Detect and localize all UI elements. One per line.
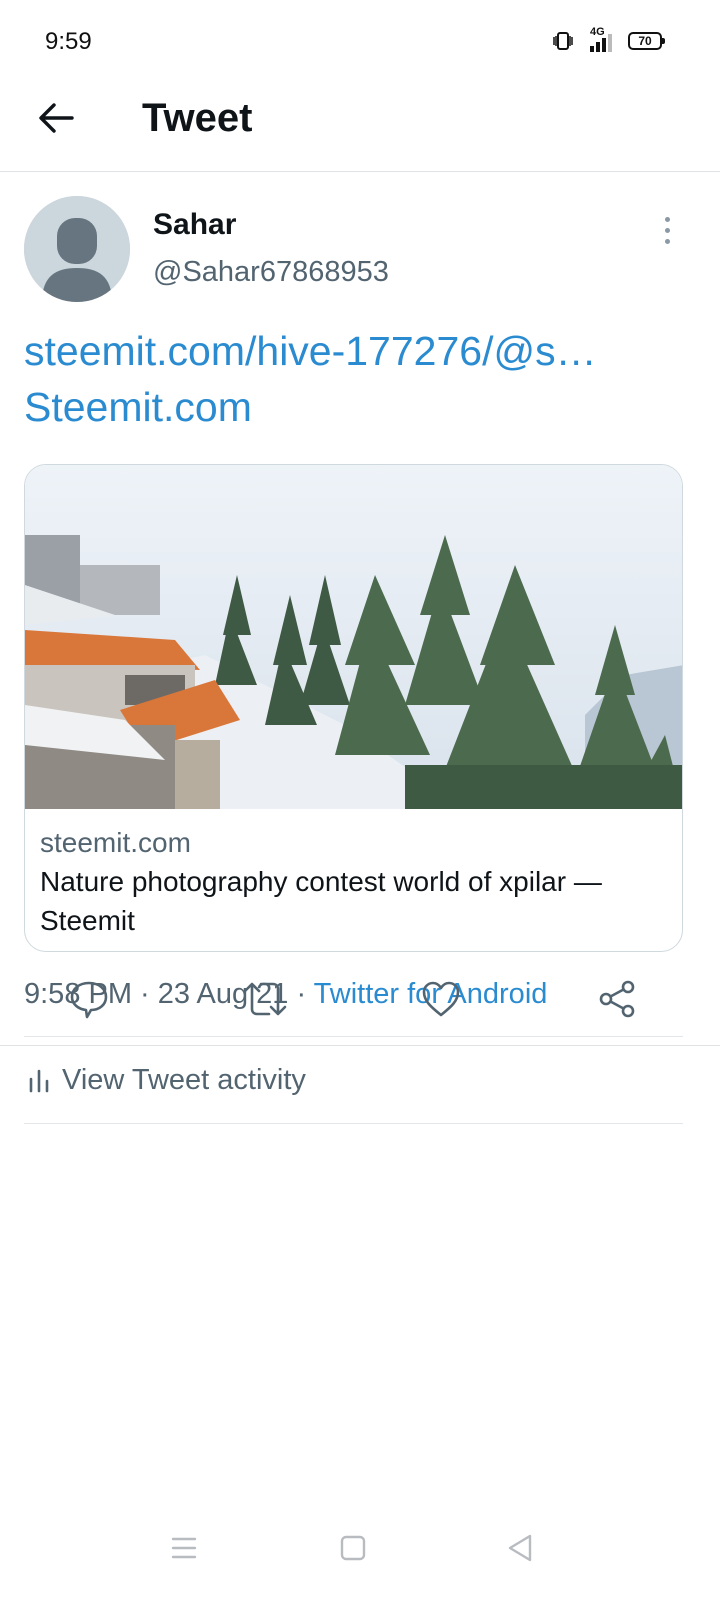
view-tweet-activity-button[interactable]: View Tweet activity [24, 1037, 683, 1123]
signal-4g-icon: 4G [584, 26, 618, 52]
system-navigation-bar [0, 1500, 720, 1600]
more-options-button[interactable] [656, 210, 678, 250]
battery-level: 70 [638, 34, 652, 48]
activity-label: View Tweet activity [62, 1063, 306, 1096]
home-square-icon [340, 1535, 366, 1561]
vibrate-icon [553, 32, 573, 50]
card-image [25, 465, 682, 809]
back-triangle-icon [508, 1534, 532, 1562]
default-avatar-icon [24, 196, 130, 302]
divider [24, 1123, 683, 1124]
card-domain: steemit.com [40, 827, 191, 858]
app-header: Tweet [0, 80, 720, 172]
tweet-link[interactable]: steemit.com/hive-177276/@s… [24, 328, 597, 375]
author-name[interactable]: Sahar [153, 208, 236, 242]
status-time: 9:59 [45, 28, 92, 55]
status-bar: 9:59 4G 70 [0, 0, 720, 80]
comment-icon [70, 981, 108, 1019]
share-button[interactable] [594, 976, 640, 1022]
retweet-button[interactable] [242, 976, 288, 1022]
page-title: Tweet [142, 96, 253, 140]
like-button[interactable] [418, 976, 464, 1022]
home-button[interactable] [329, 1524, 377, 1572]
analytics-icon [29, 1069, 49, 1093]
battery-icon: 70 [628, 32, 665, 50]
arrow-left-icon [39, 103, 74, 133]
retweet-icon [243, 982, 287, 1016]
card-title: Nature photography contest world of xpil… [40, 866, 602, 936]
status-icons: 4G 70 [552, 26, 665, 52]
link-preview-card[interactable]: steemit.com Nature photography contest w… [24, 464, 683, 952]
avatar[interactable] [24, 196, 130, 302]
menu-icon [171, 1537, 197, 1559]
tweet-link-domain[interactable]: Steemit.com [24, 384, 252, 431]
recents-button[interactable] [160, 1524, 208, 1572]
heart-icon [422, 981, 460, 1017]
author-handle[interactable]: @Sahar67868953 [153, 256, 389, 289]
more-vertical-icon [664, 216, 670, 222]
tweet-actions [0, 952, 720, 1046]
share-icon [599, 980, 635, 1018]
system-back-button[interactable] [496, 1524, 544, 1572]
reply-button[interactable] [66, 976, 112, 1022]
network-label: 4G [590, 26, 605, 38]
back-button[interactable] [30, 96, 82, 140]
